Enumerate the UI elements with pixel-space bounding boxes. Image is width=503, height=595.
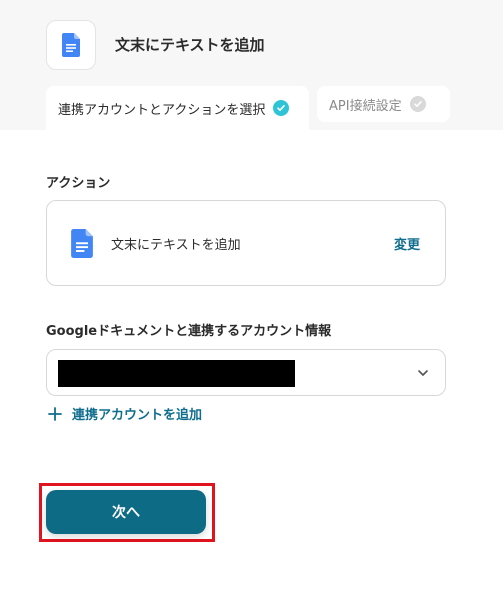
chevron-down-icon: [418, 370, 428, 376]
action-card: 文末にテキストを追加 変更: [46, 200, 446, 286]
check-circle-icon: [273, 100, 290, 116]
action-name: 文末にテキストを追加: [111, 237, 241, 253]
account-select[interactable]: [46, 349, 446, 396]
action-section-label: アクション: [46, 176, 111, 191]
next-button[interactable]: 次へ: [46, 490, 206, 534]
change-action-link[interactable]: 変更: [394, 234, 420, 253]
check-circle-icon: [409, 96, 426, 112]
add-account-link[interactable]: 連携アカウントを追加: [48, 404, 202, 423]
page-title: 文末にテキストを追加: [115, 36, 265, 54]
google-docs-icon: [62, 33, 80, 57]
tab-api-settings[interactable]: API接続設定: [317, 86, 450, 122]
plus-icon: [48, 406, 62, 421]
app-icon-container: [46, 20, 96, 70]
google-docs-icon: [71, 228, 93, 258]
tab-label: 連携アカウントとアクションを選択: [58, 102, 266, 118]
add-account-label: 連携アカウントを追加: [72, 408, 203, 423]
tab-select-account-action[interactable]: 連携アカウントとアクションを選択: [46, 86, 309, 130]
account-section-label: Googleドキュメントと連携するアカウント情報: [46, 324, 332, 339]
redacted-account-value: [58, 360, 295, 387]
tab-label: API接続設定: [329, 98, 402, 114]
